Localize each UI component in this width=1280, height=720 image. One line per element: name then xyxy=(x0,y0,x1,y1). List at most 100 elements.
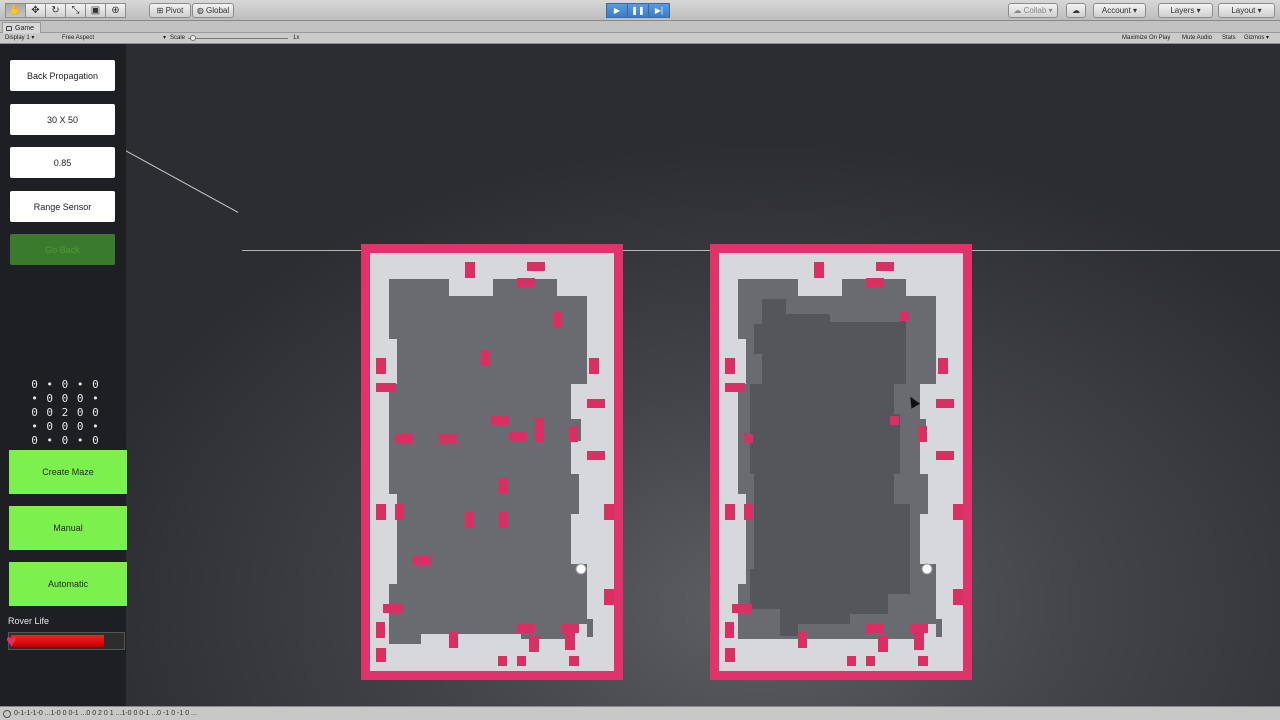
transform-icon[interactable]: ⊕ xyxy=(105,3,126,18)
pause-button[interactable]: ❚❚ xyxy=(627,3,649,18)
cloud-button[interactable]: ☁ xyxy=(1066,3,1086,18)
unity-toolbar: ✋ ✥ ↻ ⤡ ▣ ⊕ ⊞ Pivot ◍ Global ▶ ❚❚ ▶| ☁ C… xyxy=(0,0,1280,21)
maze-obstacle xyxy=(395,504,404,520)
scale-slider[interactable] xyxy=(188,34,288,43)
maze-obstacle xyxy=(395,434,413,443)
maze-obstacle xyxy=(744,504,753,520)
tab-game[interactable]: Game xyxy=(2,22,42,33)
rover-life-bar: ♥ xyxy=(6,631,125,651)
maximize-toggle[interactable]: Maximize On Play xyxy=(1122,34,1170,43)
maze-obstacle xyxy=(744,434,753,443)
tab-bar: Game xyxy=(0,21,1280,33)
maze-obstacle xyxy=(914,632,924,650)
cloud-icon: ☁ xyxy=(1072,6,1080,15)
maze-pillar xyxy=(587,619,593,637)
maze-obstacle xyxy=(890,416,899,425)
matrix-row: 0 • 0 • 0 xyxy=(31,378,100,391)
maze-obstacle xyxy=(798,632,807,648)
pause-icon: ❚❚ xyxy=(631,6,645,15)
rotate-icon[interactable]: ↻ xyxy=(45,3,66,18)
maze-obstacle xyxy=(465,512,474,528)
maze-obstacle xyxy=(376,383,396,392)
rect-icon[interactable]: ▣ xyxy=(85,3,106,18)
rover-life-label: Rover Life xyxy=(8,616,50,626)
rover-marker xyxy=(575,563,587,575)
aspect-dropdown[interactable]: Free Aspect ▾ xyxy=(62,34,166,43)
maze-obstacle xyxy=(509,432,527,441)
maze-obstacle xyxy=(491,416,509,425)
maze-svg xyxy=(710,244,972,680)
matrix-row: 0 • 0 • 0 xyxy=(31,434,100,447)
heart-icon: ♥ xyxy=(6,631,17,651)
collab-icon: ☁ xyxy=(1013,6,1024,15)
layers-dropdown[interactable]: Layers ▾ xyxy=(1158,3,1213,18)
globe-icon: ◍ xyxy=(196,6,207,15)
sensor-button[interactable]: Range Sensor xyxy=(10,191,115,222)
maze-obstacle xyxy=(847,656,856,666)
maze-obstacle xyxy=(439,434,457,443)
maze-obstacle xyxy=(535,418,544,442)
algorithm-button[interactable]: Back Propagation xyxy=(10,60,115,91)
game-scene[interactable] xyxy=(126,44,1280,706)
maze-obstacle xyxy=(376,648,386,662)
stats-toggle[interactable]: Stats xyxy=(1222,34,1236,43)
global-toggle[interactable]: ◍ Global xyxy=(192,3,234,18)
manual-button[interactable]: Manual xyxy=(9,506,127,550)
gizmos-dropdown[interactable]: Gizmos ▾ xyxy=(1244,34,1269,43)
scale-icon[interactable]: ⤡ xyxy=(65,3,86,18)
maze-obstacle xyxy=(449,632,458,648)
account-dropdown[interactable]: Account ▾ xyxy=(1093,3,1146,18)
maze-obstacle xyxy=(589,358,599,374)
pivot-icon: ⊞ xyxy=(156,6,166,15)
rover-marker xyxy=(921,563,933,575)
play-icon: ▶ xyxy=(613,6,621,15)
maze-obstacle xyxy=(465,262,475,278)
maze-obstacle xyxy=(953,504,963,520)
maze-obstacle xyxy=(565,632,575,650)
step-button[interactable]: ▶| xyxy=(648,3,670,18)
maze-obstacle xyxy=(383,604,403,613)
maze-obstacle xyxy=(587,451,605,460)
maze-obstacle xyxy=(938,358,948,374)
maze-obstacle xyxy=(936,451,954,460)
control-panel: Back Propagation 30 X 50 0.85 Range Sens… xyxy=(0,44,127,706)
grid-size-button[interactable]: 30 X 50 xyxy=(10,104,115,135)
game-view-bar: Display 1 ▾ Free Aspect ▾ Scale 1x Maximi… xyxy=(0,33,1280,44)
maze-obstacle xyxy=(529,636,539,652)
maze-obstacle xyxy=(725,383,745,392)
automatic-button[interactable]: Automatic xyxy=(9,562,127,606)
maze-explored xyxy=(710,244,972,680)
maze-obstacle xyxy=(376,622,385,638)
slider-thumb[interactable] xyxy=(190,35,196,41)
sensor-matrix: 0 • 0 • 0 • 0 0 0 • 0 0 2 0 0 • 0 0 0 • … xyxy=(28,378,103,448)
scale-label: Scale xyxy=(170,35,186,41)
hand-icon[interactable]: ✋ xyxy=(5,3,26,18)
maze-obstacle xyxy=(936,399,954,408)
maze-obstacle xyxy=(910,624,928,633)
go-back-button[interactable]: Go Back xyxy=(10,234,115,265)
maze-obstacle xyxy=(725,358,735,374)
move-icon[interactable]: ✥ xyxy=(25,3,46,18)
maze-obstacle xyxy=(918,656,928,666)
mute-toggle[interactable]: Mute Audio xyxy=(1182,34,1212,43)
play-button[interactable]: ▶ xyxy=(606,3,628,18)
maze-unvisited-region xyxy=(389,279,587,644)
maze-obstacle xyxy=(499,478,508,494)
transform-tools: ✋ ✥ ↻ ⤡ ▣ ⊕ xyxy=(5,3,126,18)
maze-obstacle xyxy=(517,656,526,666)
maze-obstacle xyxy=(553,312,562,328)
maze-obstacle xyxy=(527,262,545,271)
layout-dropdown[interactable]: Layout ▾ xyxy=(1218,3,1275,18)
collab-dropdown[interactable]: ☁ Collab ▾ xyxy=(1008,3,1058,18)
rate-button[interactable]: 0.85 xyxy=(10,147,115,178)
display-dropdown[interactable]: Display 1 ▾ xyxy=(5,34,34,43)
maze-obstacle xyxy=(866,624,884,633)
gamepad-icon xyxy=(6,26,12,31)
maze-obstacle xyxy=(481,350,490,366)
maze-explored-region xyxy=(750,299,910,636)
pivot-toggle[interactable]: ⊞ Pivot xyxy=(149,3,191,18)
playback-controls: ▶ ❚❚ ▶| xyxy=(606,3,670,18)
maze-obstacle xyxy=(517,624,535,633)
sensor-ray xyxy=(126,81,239,213)
create-maze-button[interactable]: Create Maze xyxy=(9,450,127,494)
